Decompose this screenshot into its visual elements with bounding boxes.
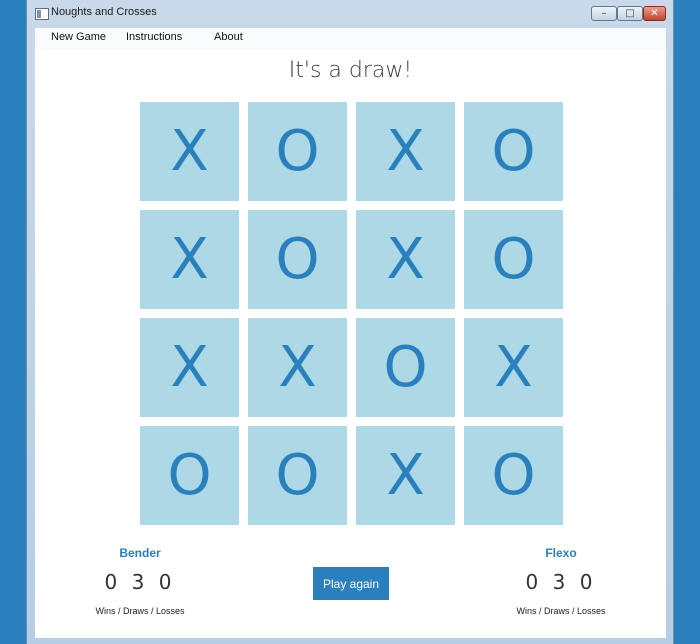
board-cell[interactable]: X — [140, 210, 239, 309]
maximize-button[interactable]: □ — [617, 6, 643, 21]
player-name: Flexo — [545, 546, 577, 560]
board-cell[interactable]: O — [140, 426, 239, 525]
board-cell[interactable]: O — [464, 210, 563, 309]
menu-instructions[interactable]: Instructions — [123, 31, 185, 43]
minimize-button[interactable]: – — [591, 6, 617, 21]
player-score: 0 3 0 — [525, 570, 597, 594]
menu-bar: New Game Instructions About — [35, 28, 666, 49]
board-cell[interactable]: O — [464, 102, 563, 201]
score-caption: Wins / Draws / Losses — [516, 606, 606, 616]
close-button[interactable]: ✕ — [643, 6, 666, 21]
board-cell[interactable]: O — [248, 102, 347, 201]
player-score: 0 3 0 — [104, 570, 176, 594]
board-cell[interactable]: X — [356, 210, 455, 309]
board-cell[interactable]: O — [248, 426, 347, 525]
menu-about[interactable]: About — [211, 31, 246, 43]
board-cell[interactable]: O — [248, 210, 347, 309]
game-board: XOXOXOXOXXOXOOXO — [140, 102, 563, 526]
board-cell[interactable]: X — [464, 318, 563, 417]
client-area: New Game Instructions About It's a draw!… — [35, 28, 666, 638]
title-bar[interactable]: Noughts and Crosses – □ ✕ — [27, 0, 673, 28]
board-cell[interactable]: X — [140, 102, 239, 201]
player-name: Bender — [119, 546, 161, 560]
board-cell[interactable]: X — [356, 426, 455, 525]
app-window: Noughts and Crosses – □ ✕ New Game Instr… — [26, 0, 674, 644]
score-caption: Wins / Draws / Losses — [95, 606, 185, 616]
game-status: It's a draw! — [288, 58, 413, 83]
menu-new-game[interactable]: New Game — [48, 31, 109, 43]
board-cell[interactable]: O — [356, 318, 455, 417]
window-title: Noughts and Crosses — [51, 6, 157, 18]
player-panel-left: Bender 0 3 0 Wins / Draws / Losses — [70, 546, 210, 616]
board-cell[interactable]: X — [140, 318, 239, 417]
board-cell[interactable]: O — [464, 426, 563, 525]
player-panel-right: Flexo 0 3 0 Wins / Draws / Losses — [491, 546, 631, 616]
board-cell[interactable]: X — [248, 318, 347, 417]
play-again-button[interactable]: Play again — [313, 567, 389, 600]
board-cell[interactable]: X — [356, 102, 455, 201]
app-icon — [35, 8, 49, 20]
